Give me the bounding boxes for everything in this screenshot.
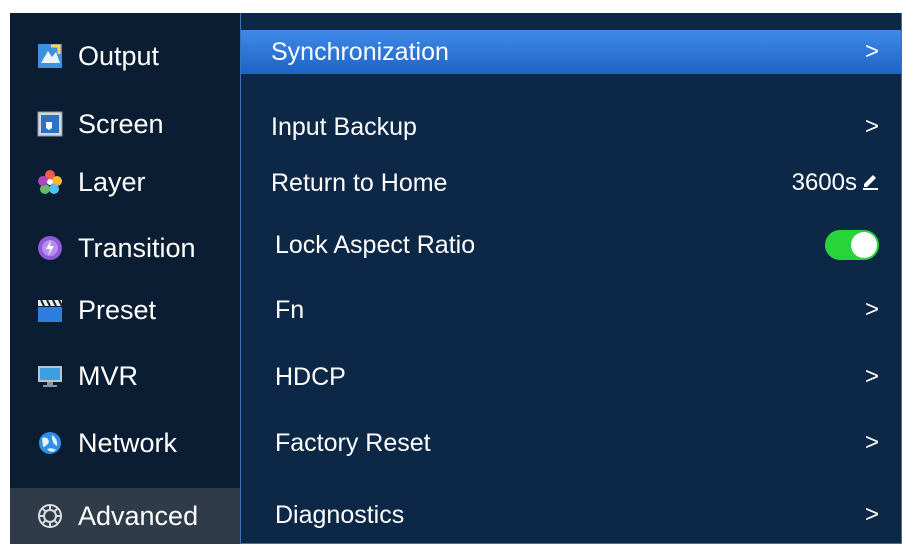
chevron-right-icon: > [864,113,879,140]
menu-item-label: Diagnostics [275,500,405,529]
app-frame: Output Screen Layer Transition Preset MV… [10,13,902,544]
sidebar-item-output[interactable]: Output [10,28,240,84]
screen-icon [37,111,63,137]
return-to-home-value: 3600s [791,169,857,196]
sidebar-item-label: Transition [78,232,196,263]
menu-item-label: Factory Reset [275,428,431,457]
chevron-right-icon: > [864,501,879,528]
sidebar-item-screen[interactable]: Screen [10,96,240,152]
sidebar-item-label: Network [78,427,178,458]
menu-item-lock-aspect-ratio[interactable]: Lock Aspect Ratio [241,223,901,267]
chevron-right-icon: > [864,296,879,323]
edit-icon[interactable] [861,169,879,197]
network-icon [37,430,63,456]
menu-item-diagnostics[interactable]: Diagnostics > [241,493,901,537]
menu-item-label: Input Backup [271,112,417,141]
sidebar-item-network[interactable]: Network [10,415,240,471]
sidebar-item-label: Layer [78,166,146,197]
sidebar-item-transition[interactable]: Transition [10,220,240,276]
menu-item-factory-reset[interactable]: Factory Reset > [241,421,901,465]
menu-item-label: Return to Home [271,168,448,197]
chevron-right-icon: > [864,429,879,456]
menu-item-label: HDCP [275,362,346,391]
sidebar-item-layer[interactable]: Layer [10,154,240,210]
menu-item-fn[interactable]: Fn > [241,288,901,332]
menu-item-synchronization[interactable]: Synchronization > [241,30,901,74]
lock-aspect-ratio-toggle[interactable] [825,230,879,260]
sidebar-item-advanced[interactable]: Advanced [10,488,240,544]
toggle-knob [851,232,877,258]
sidebar: Output Screen Layer Transition Preset MV… [10,13,240,544]
settings-panel: Synchronization > Input Backup > Return … [240,13,902,544]
chevron-right-icon: > [864,363,879,390]
sidebar-item-mvr[interactable]: MVR [10,348,240,404]
sidebar-item-label: MVR [78,360,138,391]
mvr-icon [37,363,63,389]
menu-item-return-to-home[interactable]: Return to Home 3600s [241,161,901,205]
menu-item-hdcp[interactable]: HDCP > [241,355,901,399]
sidebar-item-label: Advanced [78,500,199,531]
menu-item-input-backup[interactable]: Input Backup > [241,105,901,149]
layer-icon [37,169,63,195]
output-icon [37,43,63,69]
sidebar-item-preset[interactable]: Preset [10,282,240,338]
transition-icon [37,235,63,261]
sidebar-item-label: Screen [78,108,164,139]
sidebar-item-label: Preset [78,294,157,325]
menu-item-label: Fn [275,295,305,324]
preset-icon [37,297,63,323]
advanced-icon [37,503,63,529]
sidebar-item-label: Output [78,40,160,71]
chevron-right-icon: > [864,38,879,65]
menu-item-label: Lock Aspect Ratio [275,230,476,259]
menu-item-label: Synchronization [271,37,449,66]
